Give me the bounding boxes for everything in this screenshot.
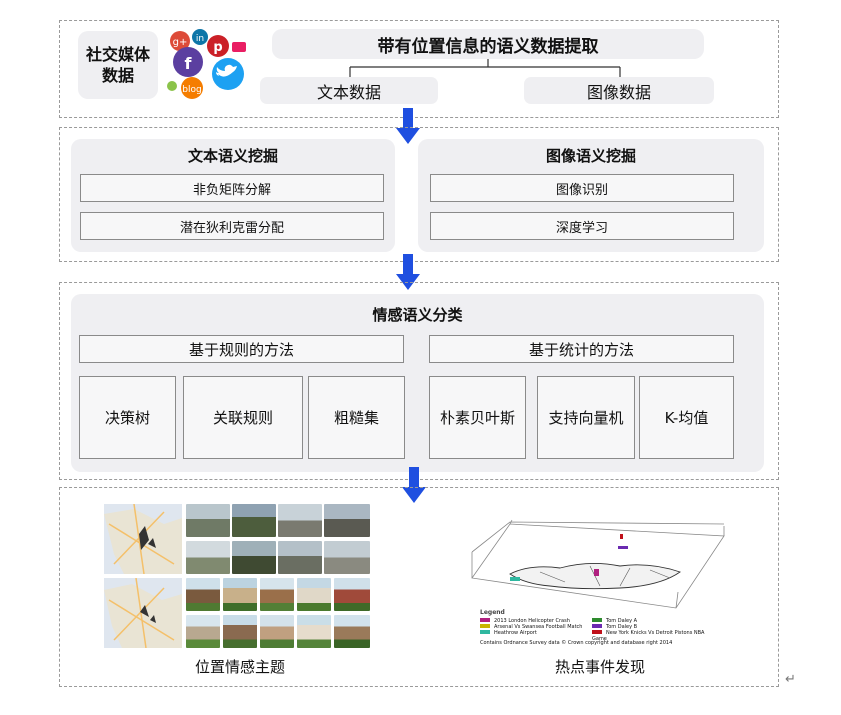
svg-text:in: in [196,34,204,44]
legend-item-label: Heathrow Airport [494,630,537,636]
main-title: 带有位置信息的语义数据提取 [377,36,599,57]
legend-copyright: Contains Ordnance Survey data © Crown co… [480,640,673,646]
street-photo-grid [186,504,370,574]
street-photo [232,541,276,574]
twitter-icon [212,58,244,90]
text-mining-panel: 文本语义挖掘 非负矩阵分解 潜在狄利克雷分配 [71,139,395,252]
text-method-label: 非负矩阵分解 [192,182,271,198]
image-method-label: 深度学习 [555,220,608,236]
method-label: 决策树 [104,409,150,427]
street-photo [278,504,322,537]
social-media-source-box: 社交媒体 数据 [78,31,158,99]
image-data-label: 图像数据 [586,82,651,102]
linkedin-icon: in [192,29,208,45]
legend-item: Heathrow Airport [480,630,590,636]
street-photo [278,541,322,574]
image-mining-title: 图像语义挖掘 [545,146,636,165]
text-mining-title: 文本语义挖掘 [187,146,278,165]
legend-title: Legend [480,609,505,616]
house-photo [334,578,370,611]
text-method-item: 非负矩阵分解 [80,174,384,202]
house-photo [297,615,331,648]
house-photo [186,615,220,648]
method-label: K-均值 [664,409,709,427]
sentiment-panel: 情感语义分类 基于规则的方法 基于统计的方法 决策树 关联规则 粗糙集 朴素贝叶… [71,294,764,472]
method-association-rules: 关联规则 [183,376,303,459]
image-method-item: 深度学习 [430,212,734,240]
pinterest-icon: p [207,35,229,57]
legend-column-right: Tom Daley A Tom Daley B New York Knicks … [592,618,720,642]
street-photo [232,504,276,537]
street-photo [186,541,230,574]
map-thumbnail [104,504,182,574]
facebook-icon: f [173,47,203,77]
social-media-label: 社交媒体 数据 [85,45,150,85]
text-method-label: 潜在狄利克雷分配 [179,220,284,236]
method-k-means: K-均值 [639,376,734,459]
sentiment-title: 情感语义分类 [372,305,463,324]
social-media-icons: g+ in p f blog [167,29,246,99]
house-photo [260,615,294,648]
method-label: 朴素贝叶斯 [439,409,515,427]
method-naive-bayes: 朴素贝叶斯 [429,376,526,459]
location-sentiment-figure [104,504,370,648]
house-photo-grid [186,578,370,648]
legend-column-left: 2013 London Helicopter Crash Arsenal Vs … [480,618,590,636]
svg-text:g+: g+ [173,37,188,48]
method-svm: 支持向量机 [537,376,635,459]
image-method-item: 图像识别 [430,174,734,202]
map-thumbnail [104,578,182,648]
method-label: 支持向量机 [548,409,624,427]
method-label: 关联规则 [212,409,273,427]
method-rough-set: 粗糙集 [308,376,405,459]
return-mark-icon: ↵ [785,672,796,687]
svg-text:f: f [185,54,193,73]
svg-text:blog: blog [182,85,201,95]
house-photo [334,615,370,648]
text-data-box: 文本数据 [260,77,438,104]
house-photo [223,615,257,648]
text-method-item: 潜在狄利克雷分配 [80,212,384,240]
statistical-label: 基于统计的方法 [528,340,634,359]
location-sentiment-caption: 位置情感主题 [194,657,285,676]
rule-based-header: 基于规则的方法 [79,335,404,363]
image-method-label: 图像识别 [555,182,608,198]
house-photo [223,578,257,611]
street-photo [324,541,370,574]
method-decision-tree: 决策树 [79,376,176,459]
street-photo [324,504,370,537]
hotspot-caption: 热点事件发现 [554,657,645,676]
main-title-box: 带有位置信息的语义数据提取 [272,29,704,59]
street-photo [186,504,230,537]
text-data-label: 文本数据 [316,82,381,102]
house-photo [260,578,294,611]
image-mining-panel: 图像语义挖掘 图像识别 深度学习 [418,139,764,252]
house-photo [186,578,220,611]
svg-text:p: p [213,40,222,55]
hotspot-3d-plot [471,519,725,609]
blogger-icon: blog [181,77,203,99]
hotspot-legend: Legend 2013 London Helicopter Crash Arse… [480,610,720,650]
method-label: 粗糙集 [333,409,379,427]
rule-based-label: 基于规则的方法 [188,340,294,359]
statistical-header: 基于统计的方法 [429,335,734,363]
image-data-box: 图像数据 [524,77,714,104]
house-photo [297,578,331,611]
